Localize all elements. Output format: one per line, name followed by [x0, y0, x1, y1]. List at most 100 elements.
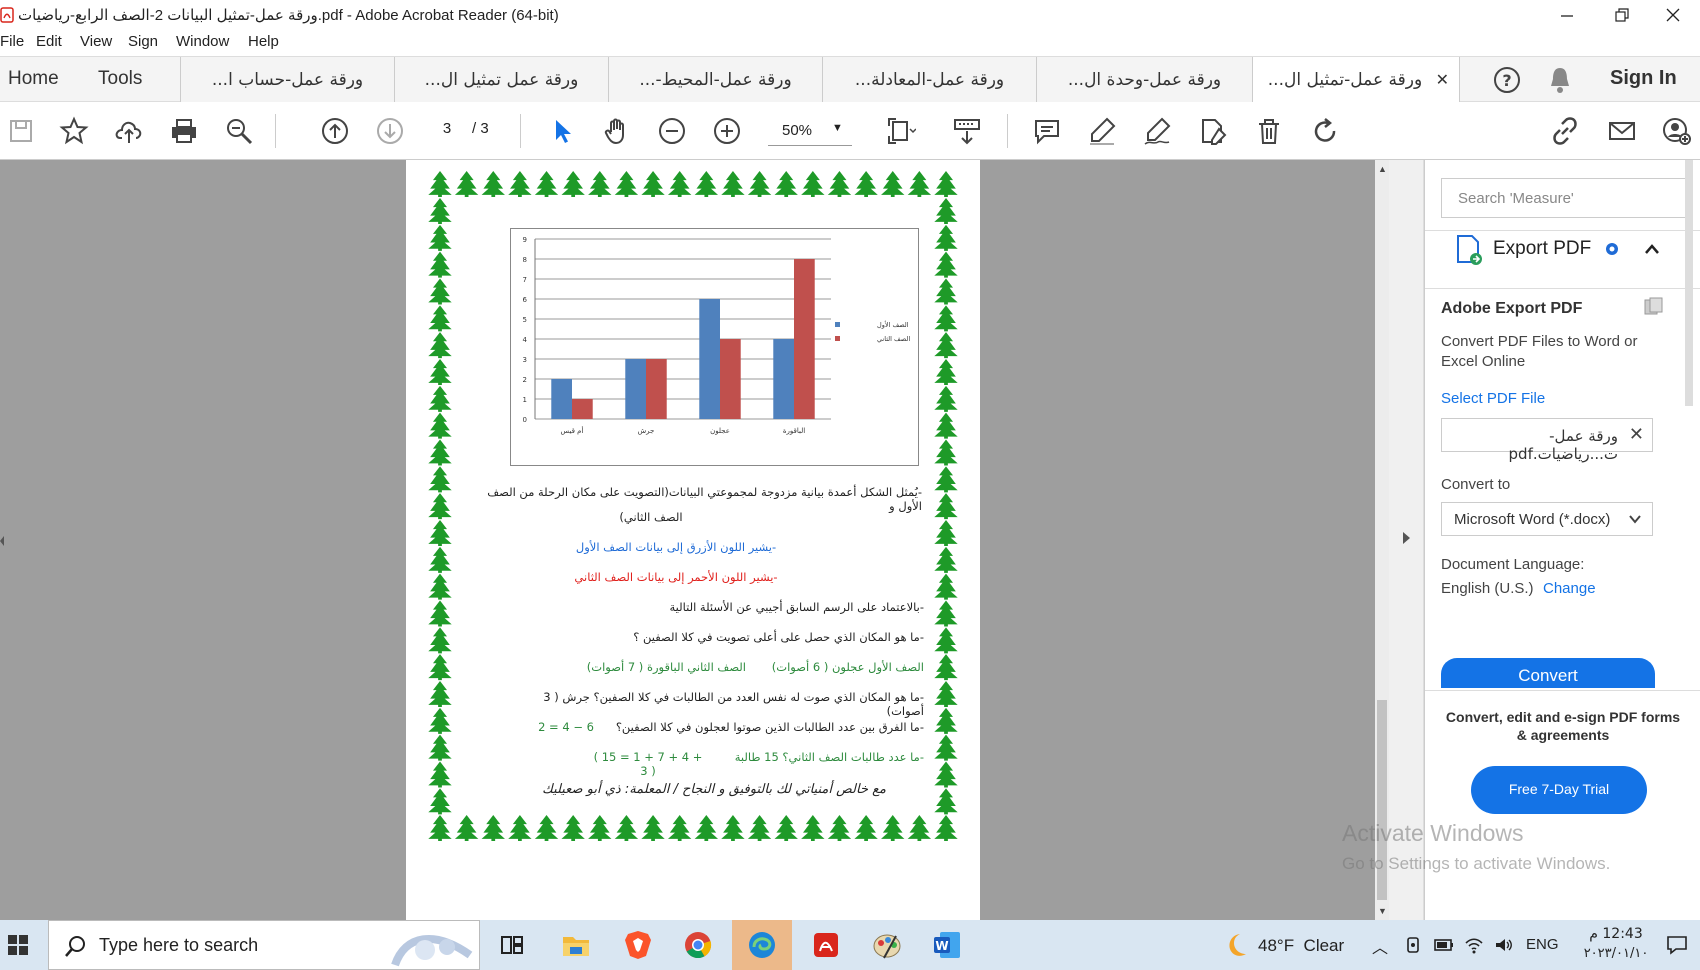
edit-pdf-button[interactable] — [1195, 114, 1229, 148]
highlight-button[interactable] — [1085, 114, 1119, 148]
convert-button[interactable]: Convert — [1441, 658, 1655, 688]
prev-page-button[interactable] — [318, 114, 352, 148]
free-trial-button[interactable]: Free 7-Day Trial — [1471, 766, 1647, 814]
bar-series2 — [794, 259, 815, 419]
page-number-input[interactable]: 3 — [440, 120, 454, 137]
collapse-panel-icon[interactable] — [1403, 532, 1410, 544]
close-window-button[interactable] — [1646, 0, 1700, 30]
menu-help[interactable]: Help — [248, 33, 279, 50]
right-panel-collapse-strip[interactable] — [1389, 160, 1424, 920]
zoom-select[interactable]: 50% ▼ — [768, 116, 852, 146]
tray-overflow-chevron-icon[interactable]: ︿ — [1372, 934, 1388, 958]
brave-browser-icon[interactable] — [624, 930, 652, 960]
document-viewport[interactable]: 0 1 2 3 4 5 6 7 8 9 أم قيس جرش عجلون الباقورة الصف ا… — [0, 160, 1389, 920]
tree-ornament — [881, 171, 905, 197]
clock-time[interactable]: 12:43 م — [1578, 926, 1654, 942]
doc-tab-5[interactable]: ورقة عمل-وحدة ال... — [1036, 57, 1252, 102]
selected-file-field[interactable]: ورقة عمل-ت...رياضيات.pdf ✕ — [1441, 418, 1653, 463]
doc-tab-1[interactable]: ورقة عمل-حساب ا... — [180, 57, 394, 102]
delete-button[interactable] — [1252, 114, 1286, 148]
menu-sign[interactable]: Sign — [128, 33, 158, 50]
comment-button[interactable] — [1030, 114, 1064, 148]
rotate-button[interactable] — [1308, 114, 1342, 148]
scroll-mode-button[interactable] — [950, 114, 984, 148]
y-tick-label: 1 — [523, 396, 527, 404]
close-tab-icon[interactable]: ✕ — [1436, 70, 1449, 89]
convert-format-select[interactable]: Microsoft Word (*.docx) — [1441, 502, 1653, 536]
menu-file[interactable]: File — [0, 33, 24, 50]
taskbar-search-box[interactable]: Type here to search — [48, 920, 480, 970]
weather-text[interactable]: 48°F Clear — [1258, 936, 1344, 956]
y-tick-label: 4 — [523, 336, 528, 344]
windows-start-icon[interactable] — [8, 935, 28, 955]
fill-sign-button[interactable] — [1140, 114, 1174, 148]
doc-tab-4[interactable]: ورقة عمل-المعادلة... — [822, 57, 1036, 102]
menu-edit[interactable]: Edit — [36, 33, 62, 50]
input-language[interactable]: ENG — [1526, 936, 1559, 953]
notification-bell-icon[interactable] — [1546, 65, 1574, 95]
change-language-link[interactable]: Change — [1543, 580, 1596, 597]
answer-4: ( 15 = 1 + 7 + 4 + 3 ) — [593, 750, 703, 778]
tree-ornament — [721, 171, 745, 197]
add-user-button[interactable] — [1660, 114, 1694, 148]
remove-file-icon[interactable]: ✕ — [1629, 424, 1644, 445]
file-explorer-icon[interactable] — [562, 932, 590, 958]
scroll-down-icon[interactable]: ▼ — [1378, 906, 1387, 916]
vertical-scrollbar[interactable]: ▲ ▼ — [1375, 160, 1389, 920]
edit-document-icon — [1202, 119, 1227, 145]
toolbar-separator — [275, 114, 276, 148]
volume-icon[interactable] — [1494, 936, 1514, 954]
doc-tab-6-active[interactable]: ورقة عمل-تمثيل ال... ✕ — [1252, 57, 1460, 103]
trash-icon — [1259, 119, 1279, 144]
menu-window[interactable]: Window — [176, 33, 229, 50]
upload-cloud-button[interactable] — [112, 114, 146, 148]
select-pdf-file-link[interactable]: Select PDF File — [1441, 390, 1545, 407]
tree-ornament — [934, 171, 958, 197]
restore-button[interactable] — [1595, 0, 1649, 30]
tree-ornament — [428, 788, 452, 815]
sign-in-button[interactable]: Sign In — [1610, 67, 1677, 90]
doc-tab-label: ورقة عمل-المحيط-... — [639, 69, 792, 90]
notifications-center-icon[interactable] — [1666, 935, 1688, 955]
acrobat-taskbar-icon[interactable] — [812, 931, 840, 959]
tree-ornament — [454, 815, 479, 841]
chevron-up-icon[interactable] — [1643, 240, 1661, 258]
home-tab[interactable]: Home — [8, 68, 59, 90]
bar-series2 — [646, 359, 667, 419]
print-button[interactable] — [167, 114, 201, 148]
page-total: / 3 — [472, 120, 489, 137]
fit-page-button[interactable] — [884, 114, 918, 148]
find-button[interactable] — [222, 114, 256, 148]
scroll-up-icon[interactable]: ▲ — [1378, 164, 1387, 174]
minimize-button[interactable] — [1540, 0, 1594, 30]
meet-now-icon[interactable] — [1404, 936, 1422, 954]
chrome-browser-icon[interactable] — [684, 931, 712, 959]
save-button[interactable] — [4, 114, 38, 148]
tree-ornament — [934, 332, 958, 359]
wifi-icon[interactable] — [1464, 936, 1484, 954]
tree-ornament — [428, 707, 452, 734]
next-page-button[interactable] — [373, 114, 407, 148]
zoom-out-button[interactable] — [655, 114, 689, 148]
zoom-in-button[interactable] — [710, 114, 744, 148]
panel-scrollbar-thumb[interactable] — [1685, 160, 1693, 406]
hand-tool-button[interactable] — [600, 114, 634, 148]
word-app-icon[interactable]: W — [932, 930, 962, 960]
tools-tab[interactable]: Tools — [98, 68, 142, 90]
menu-view[interactable]: View — [80, 33, 112, 50]
left-panel-toggle-icon[interactable] — [0, 536, 4, 546]
paint-app-icon[interactable] — [872, 930, 902, 960]
clock-date[interactable]: ٢٠٢٣/٠١/١٠ — [1578, 946, 1654, 961]
email-button[interactable] — [1605, 114, 1639, 148]
question-2: -ما هو المكان الذي صوت له نفس العدد من ا… — [543, 690, 924, 718]
battery-icon[interactable] — [1434, 936, 1454, 954]
select-tool-button[interactable] — [545, 114, 579, 148]
share-link-button[interactable] — [1548, 114, 1582, 148]
edge-browser-taskbar-button[interactable] — [732, 920, 792, 970]
search-tools-input[interactable]: Search 'Measure' — [1441, 178, 1691, 218]
doc-tab-2[interactable]: ورقة عمل تمثيل ال... — [394, 57, 608, 102]
doc-tab-3[interactable]: ورقة عمل-المحيط-... — [608, 57, 822, 102]
help-icon[interactable]: ? — [1492, 65, 1522, 95]
bookmark-button[interactable] — [57, 114, 91, 148]
task-view-icon[interactable] — [500, 933, 524, 957]
